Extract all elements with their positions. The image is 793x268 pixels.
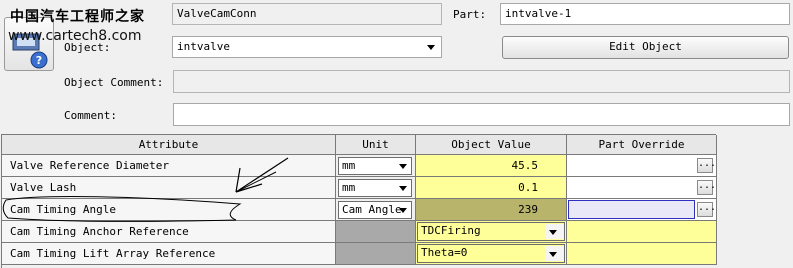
unit-select[interactable]: mm (338, 179, 412, 197)
dropdown-button[interactable] (545, 246, 563, 261)
header-unit: Unit (336, 135, 416, 155)
browse-button[interactable]: ... (697, 180, 716, 195)
chevron-down-icon (399, 186, 407, 191)
unit-select-value: Cam Angle (342, 203, 402, 216)
object-comment-field (173, 70, 790, 93)
hand-drawn-annotation (2, 157, 289, 222)
object-value-cell: Theta=0 (416, 243, 567, 265)
part-override-cell[interactable] (567, 243, 717, 265)
unit-select[interactable]: Cam Angle (338, 201, 412, 219)
object-comment-label: Object Comment: (64, 76, 164, 89)
part-override-edit-box[interactable] (568, 200, 695, 219)
anchor-reference-select[interactable]: TDCFiring (417, 222, 565, 241)
header-part-override: Part Override (567, 135, 717, 155)
object-select[interactable]: intvalve (172, 36, 442, 58)
unit-select-value: mm (342, 159, 356, 172)
part-override-cell[interactable]: ... (567, 155, 717, 177)
object-value-cell[interactable]: 0.1 (416, 177, 567, 199)
dropdown-button[interactable] (545, 224, 563, 239)
object-value-cell[interactable]: 45.5 (416, 155, 567, 177)
unit-cell: mm (336, 177, 416, 199)
part-label: Part: (453, 8, 487, 21)
unit-select[interactable]: mm (338, 157, 412, 175)
part-override-cell[interactable]: ... (567, 177, 717, 199)
unit-cell: Cam Angle (336, 199, 416, 221)
unit-cell-disabled (336, 221, 416, 243)
browse-button[interactable]: ... (697, 158, 716, 173)
lift-array-reference-select[interactable]: Theta=0 (417, 244, 565, 263)
chevron-down-icon (549, 252, 557, 257)
edit-object-button[interactable]: Edit Object (502, 36, 789, 59)
template-name-field: ValveCamConn (172, 3, 442, 25)
chevron-down-icon (427, 45, 435, 50)
part-override-cell[interactable] (567, 221, 717, 243)
watermark-title: 中国汽车工程师之家 (10, 9, 145, 25)
unit-select-value: mm (342, 181, 356, 194)
browse-button[interactable]: ... (697, 202, 716, 217)
chevron-down-icon (549, 230, 557, 235)
svg-text:?: ? (36, 54, 42, 67)
unit-cell: mm (336, 155, 416, 177)
chevron-down-icon (399, 208, 407, 213)
chevron-down-icon (399, 164, 407, 169)
lift-array-reference-value: Theta=0 (421, 246, 468, 259)
table-row-attribute: Cam Timing Lift Array Reference (2, 243, 336, 265)
anchor-reference-value: TDCFiring (421, 224, 481, 237)
object-select-value: intvalve (177, 40, 230, 53)
comment-field[interactable] (173, 103, 790, 126)
object-value-cell: TDCFiring (416, 221, 567, 243)
part-field[interactable]: intvalve-1 (500, 3, 790, 25)
unit-cell-disabled (336, 243, 416, 265)
comment-label: Comment: (64, 109, 117, 122)
object-value-cell-selected[interactable]: 239 (416, 199, 567, 221)
header-object-value: Object Value (416, 135, 567, 155)
part-override-cell-selected[interactable]: ... (567, 199, 717, 221)
object-label: Object: (64, 41, 111, 54)
